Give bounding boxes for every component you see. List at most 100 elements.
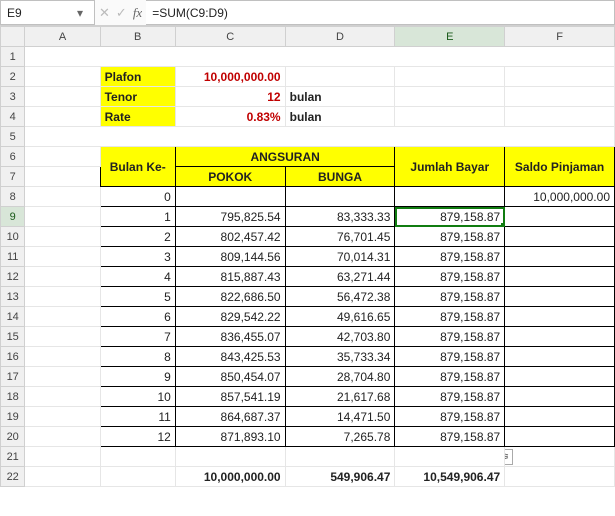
cell[interactable]: [395, 447, 505, 467]
cell-pokok[interactable]: 795,825.54: [175, 207, 285, 227]
cell[interactable]: [25, 367, 100, 387]
cell-jumlah[interactable]: 879,158.87: [395, 407, 505, 427]
row-header[interactable]: 1: [1, 47, 25, 67]
cell[interactable]: [25, 267, 100, 287]
rate-unit[interactable]: bulan: [285, 107, 395, 127]
cell-saldo[interactable]: [505, 387, 615, 407]
chevron-down-icon[interactable]: ▾: [72, 6, 88, 20]
cell[interactable]: [25, 467, 100, 487]
confirm-icon[interactable]: ✓: [116, 5, 127, 21]
cell[interactable]: [25, 407, 100, 427]
cell-bulan[interactable]: 5: [100, 287, 175, 307]
cell-jumlah[interactable]: 879,158.87: [395, 327, 505, 347]
row-header[interactable]: 10: [1, 227, 25, 247]
cell-bunga[interactable]: [285, 187, 395, 207]
cell-jumlah[interactable]: 879,158.87: [395, 267, 505, 287]
cell-pokok[interactable]: 843,425.53: [175, 347, 285, 367]
cell[interactable]: [25, 427, 100, 447]
rate-label[interactable]: Rate: [100, 107, 175, 127]
cell-pokok[interactable]: 829,542.22: [175, 307, 285, 327]
cell[interactable]: [25, 307, 100, 327]
cell-jumlah[interactable]: 879,158.87: [395, 287, 505, 307]
tenor-unit[interactable]: bulan: [285, 87, 395, 107]
cell-bunga[interactable]: 63,271.44: [285, 267, 395, 287]
cell[interactable]: [25, 127, 615, 147]
cell-bunga[interactable]: 35,733.34: [285, 347, 395, 367]
cell[interactable]: [175, 447, 285, 467]
cell[interactable]: [25, 327, 100, 347]
cell-bulan[interactable]: 0: [100, 187, 175, 207]
col-header-a[interactable]: A: [25, 27, 100, 47]
cell-bunga[interactable]: 21,617.68: [285, 387, 395, 407]
row-header[interactable]: 16: [1, 347, 25, 367]
hdr-pokok[interactable]: POKOK: [175, 167, 285, 187]
cell-bulan[interactable]: 6: [100, 307, 175, 327]
rate-value[interactable]: 0.83%: [175, 107, 285, 127]
cell-saldo[interactable]: [505, 227, 615, 247]
cell[interactable]: [25, 47, 615, 67]
row-header[interactable]: 3: [1, 87, 25, 107]
row-header[interactable]: 13: [1, 287, 25, 307]
cell[interactable]: [25, 147, 100, 167]
cell-bulan[interactable]: 9: [100, 367, 175, 387]
cell-bulan[interactable]: 3: [100, 247, 175, 267]
select-all-corner[interactable]: [1, 27, 25, 47]
cell[interactable]: [25, 447, 100, 467]
row-header[interactable]: 5: [1, 127, 25, 147]
cell-jumlah-selected[interactable]: 879,158.87: [395, 207, 505, 227]
cell[interactable]: [505, 87, 615, 107]
row-header[interactable]: 15: [1, 327, 25, 347]
cell-bulan[interactable]: 12: [100, 427, 175, 447]
cell-jumlah[interactable]: 879,158.87: [395, 307, 505, 327]
col-header-d[interactable]: D: [285, 27, 395, 47]
cell[interactable]: [25, 107, 100, 127]
cell[interactable]: [25, 247, 100, 267]
cell[interactable]: [100, 467, 175, 487]
row-header[interactable]: 14: [1, 307, 25, 327]
row-header[interactable]: 19: [1, 407, 25, 427]
cell-saldo[interactable]: 10,000,000.00: [505, 187, 615, 207]
row-header[interactable]: 4: [1, 107, 25, 127]
cell-bunga[interactable]: 49,616.65: [285, 307, 395, 327]
row-header[interactable]: 9: [1, 207, 25, 227]
total-bunga[interactable]: 549,906.47: [285, 467, 395, 487]
cell-bunga[interactable]: 70,014.31: [285, 247, 395, 267]
cell-jumlah[interactable]: 879,158.87: [395, 347, 505, 367]
cell-bunga[interactable]: 28,704.80: [285, 367, 395, 387]
row-header[interactable]: 11: [1, 247, 25, 267]
plafon-label[interactable]: Plafon: [100, 67, 175, 87]
cell-saldo[interactable]: [505, 427, 615, 447]
cell-pokok[interactable]: 871,893.10: [175, 427, 285, 447]
hdr-bunga[interactable]: BUNGA: [285, 167, 395, 187]
row-header[interactable]: 2: [1, 67, 25, 87]
row-header[interactable]: 7: [1, 167, 25, 187]
cell-saldo[interactable]: [505, 287, 615, 307]
cell-saldo[interactable]: [505, 347, 615, 367]
cell-bunga[interactable]: 7,265.78: [285, 427, 395, 447]
spreadsheet-grid[interactable]: A B C D E F 1 2 Plafon 10,000,000.00 3 T…: [0, 26, 615, 487]
row-header[interactable]: 22: [1, 467, 25, 487]
cell-pokok[interactable]: 802,457.42: [175, 227, 285, 247]
cell-jumlah[interactable]: [395, 187, 505, 207]
cell[interactable]: [395, 107, 505, 127]
cell[interactable]: [285, 447, 395, 467]
hdr-angsuran[interactable]: ANGSURAN: [175, 147, 395, 167]
cell[interactable]: [100, 447, 175, 467]
autofill-options-icon[interactable]: ⚞: [505, 449, 514, 465]
fill-handle-icon[interactable]: [501, 223, 505, 227]
row-header[interactable]: 18: [1, 387, 25, 407]
col-header-f[interactable]: F: [505, 27, 615, 47]
cell[interactable]: [25, 227, 100, 247]
row-header[interactable]: 17: [1, 367, 25, 387]
cell-bulan[interactable]: 7: [100, 327, 175, 347]
cell-jumlah[interactable]: 879,158.87: [395, 387, 505, 407]
hdr-jumlah[interactable]: Jumlah Bayar: [395, 147, 505, 187]
cell-bunga[interactable]: 76,701.45: [285, 227, 395, 247]
cancel-icon[interactable]: ✕: [99, 5, 110, 21]
cell-saldo[interactable]: [505, 407, 615, 427]
cell-bulan[interactable]: 11: [100, 407, 175, 427]
cell[interactable]: [395, 67, 505, 87]
cell[interactable]: [25, 167, 100, 187]
cell-saldo[interactable]: [505, 207, 615, 227]
cell-bunga[interactable]: 56,472.38: [285, 287, 395, 307]
